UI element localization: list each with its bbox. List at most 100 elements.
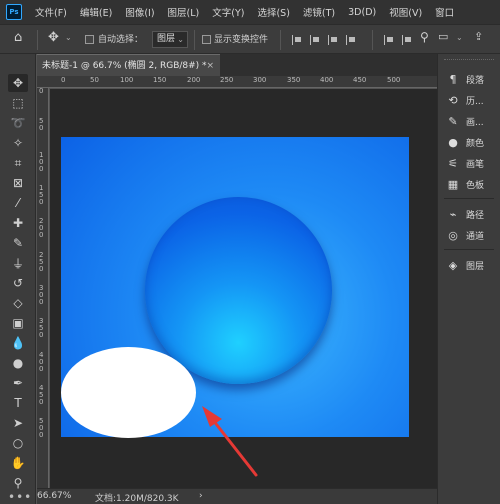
layers-icon: ◈ [448,258,458,272]
dock-grip[interactable] [444,59,494,62]
ellipse-tool-icon[interactable]: ○ [8,434,28,452]
ruler-label: 0 [61,76,66,84]
stamp-tool-icon[interactable]: ⏚ [8,254,28,272]
menu-select[interactable]: 选择(S) [257,5,289,19]
ruler-label: 2 5 0 [39,251,44,273]
panel-brushes[interactable]: ⚟ 画笔 [446,154,484,172]
menu-filter[interactable]: 滤镜(T) [303,5,335,19]
close-icon[interactable]: × [206,55,214,77]
menu-edit[interactable]: 编辑(E) [80,5,112,19]
home-icon[interactable]: ⌂ [14,30,22,45]
brush-icon: ✎ [448,114,458,128]
options-bar: ⌂ ✥ ⌄ 自动选择： 图层 ⌄ 显示变换控件 ⚲ ▭ ⌄ ⇪ [0,24,500,54]
show-transform-checkbox[interactable] [202,35,211,44]
menu-file[interactable]: 文件(F) [35,5,67,19]
panel-label: 图层 [466,261,485,272]
menu-image[interactable]: 图像(I) [125,5,154,19]
move-tool-icon[interactable]: ✥ [48,30,59,45]
align-center-icon[interactable] [310,35,320,45]
options-divider [37,30,38,50]
move-tool-icon[interactable]: ✥ [8,74,28,92]
ruler-label: 3 0 0 [39,284,44,306]
swatches-icon: ▦ [447,177,459,191]
panel-paths[interactable]: ⌁ 路径 [446,205,484,223]
ruler-label: 350 [287,76,301,84]
ruler-label: 300 [253,76,267,84]
panel-label: 画... [466,117,484,128]
panel-dock: ¶ 段落 ⟲ 历... ✎ 画... ● 颜色 ⚟ 画笔 ▦ 色板 ⌁ 路径 ◎… [437,54,500,504]
chevron-down-icon[interactable]: ⌄ [65,33,72,42]
status-bar: 66.67% 文档:1.20M/820.3K › [37,488,437,504]
eraser-tool-icon[interactable]: ◇ [8,294,28,312]
options-divider [194,30,195,50]
panel-channels[interactable]: ◎ 通道 [446,226,484,244]
panel-brush-settings[interactable]: ✎ 画... [446,112,484,130]
ruler-label: 400 [320,76,334,84]
ruler-label: 0 [39,87,44,95]
panel-label: 路径 [466,210,485,221]
panel-label: 颜色 [466,138,485,149]
search-icon[interactable]: ⚲ [420,30,429,44]
more-tools-icon[interactable]: ••• [8,490,31,504]
distribute-middle-icon[interactable] [402,35,412,45]
panel-label: 历... [466,96,484,107]
status-menu-arrow-icon[interactable]: › [199,491,203,501]
align-top-icon[interactable] [346,35,356,45]
history-brush-tool-icon[interactable]: ↺ [8,274,28,292]
menu-view[interactable]: 视图(V) [389,5,422,19]
channels-icon: ◎ [448,228,458,242]
chevron-down-icon[interactable]: ⌄ [456,33,463,42]
path-selection-tool-icon[interactable]: ➤ [8,414,28,432]
menu-bar: Ps 文件(F) 编辑(E) 图像(I) 图层(L) 文字(Y) 选择(S) 滤… [0,0,500,24]
ruler-label: 3 5 0 [39,317,44,339]
panel-label: 段落 [466,75,485,86]
document-tab[interactable]: 未标题-1 @ 66.7% (椭圆 2, RGB/8#) * × [37,54,220,76]
blur-tool-icon[interactable]: 💧 [8,334,28,352]
gradient-tool-icon[interactable]: ▣ [8,314,28,332]
document-info: 文档:1.20M/820.3K [95,494,179,504]
white-ellipse-shape[interactable] [61,347,196,438]
panel-paragraph[interactable]: ¶ 段落 [446,70,485,88]
panel-label: 通道 [466,231,485,242]
crop-tool-icon[interactable]: ⌗ [8,154,28,172]
dodge-tool-icon[interactable]: ● [8,354,28,372]
ruler-label: 4 0 0 [39,351,44,373]
type-tool-icon[interactable]: T [8,394,28,412]
brush-tool-icon[interactable]: ✎ [8,234,28,252]
ruler-label: 500 [387,76,401,84]
paragraph-icon: ¶ [449,72,457,86]
menu-window[interactable]: 窗口 [435,5,454,19]
workspace-icon[interactable]: ▭ [438,30,448,43]
panel-history[interactable]: ⟲ 历... [446,91,484,109]
auto-select-checkbox[interactable] [85,35,94,44]
options-divider [280,30,281,50]
panel-label: 画笔 [466,159,485,170]
magic-wand-tool-icon[interactable]: ✧ [8,134,28,152]
menu-type[interactable]: 文字(Y) [212,5,244,19]
ruler-label: 150 [153,76,167,84]
ruler-label: 100 [120,76,134,84]
menu-3d[interactable]: 3D(D) [348,7,376,18]
lasso-tool-icon[interactable]: ➰ [8,114,28,132]
healing-brush-tool-icon[interactable]: ✚ [8,214,28,232]
panel-color[interactable]: ● 颜色 [446,133,484,151]
frame-tool-icon[interactable]: ⊠ [8,174,28,192]
share-icon[interactable]: ⇪ [474,30,483,43]
eyedropper-tool-icon[interactable]: ⁄ [8,194,28,212]
distribute-icon[interactable] [384,35,394,45]
zoom-level[interactable]: 66.67% [37,491,71,501]
ruler-vertical: 0 5 0 1 0 0 1 5 0 2 0 0 2 5 0 3 0 0 3 5 … [37,88,49,488]
paths-icon: ⌁ [449,207,457,221]
panel-swatches[interactable]: ▦ 色板 [446,175,484,193]
blue-sphere-shape[interactable] [145,197,332,384]
menu-layer[interactable]: 图层(L) [168,5,200,19]
align-right-icon[interactable] [328,35,338,45]
ruler-label: 1 5 0 [39,184,44,206]
align-left-icon[interactable] [292,35,302,45]
pen-tool-icon[interactable]: ✒ [8,374,28,392]
panel-layers[interactable]: ◈ 图层 [446,256,484,274]
options-divider [372,30,373,50]
marquee-tool-icon[interactable]: ⬚ [8,94,28,112]
auto-select-dropdown[interactable]: 图层 ⌄ [152,31,188,48]
hand-tool-icon[interactable]: ✋ [8,454,28,472]
